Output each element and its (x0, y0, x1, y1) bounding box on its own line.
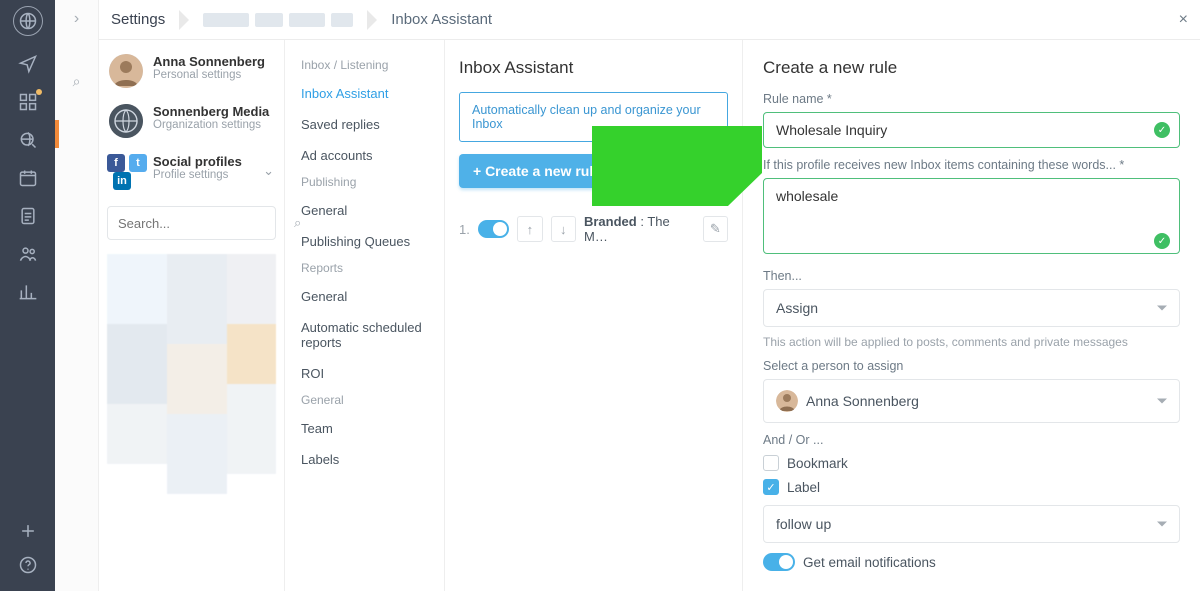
nav-reports-auto[interactable]: Automatic scheduled reports (291, 312, 438, 358)
account-name: Anna Sonnenberg (153, 54, 265, 69)
rule-index: 1. (459, 222, 470, 237)
app-logo[interactable] (13, 6, 43, 36)
rule-row: 1. ↑ ↓ Branded : The M… ✎ (459, 214, 728, 244)
rail-listening[interactable] (0, 130, 55, 150)
rail-add[interactable] (0, 521, 55, 541)
rail-dashboard[interactable] (0, 92, 55, 112)
expand-rail-icon[interactable]: › (74, 10, 79, 28)
nav-group: Publishing (291, 171, 438, 195)
bookmark-label: Bookmark (787, 456, 848, 471)
org-sub: Organization settings (153, 119, 269, 131)
move-down-button[interactable]: ↓ (551, 216, 576, 242)
action-select[interactable]: Assign (763, 289, 1180, 327)
nav-group: Inbox / Listening (291, 54, 438, 78)
person-label: Select a person to assign (763, 359, 1180, 373)
nav-reports-roi[interactable]: ROI (291, 358, 438, 389)
email-notif-row[interactable]: Get email notifications (763, 553, 1180, 571)
label-select[interactable]: follow up (763, 505, 1180, 543)
action-hint: This action will be applied to posts, co… (763, 335, 1180, 349)
inbox-assistant-panel: Inbox Assistant Automatically clean up a… (445, 40, 743, 591)
breadcrumb: Settings Inbox Assistant × (99, 0, 1200, 40)
bookmark-checkbox[interactable] (763, 455, 779, 471)
blurred-settings-list (107, 254, 276, 554)
account-sub: Personal settings (153, 69, 265, 81)
rail-analytics[interactable] (0, 282, 55, 302)
keywords-input[interactable]: wholesale (763, 178, 1180, 254)
crumb-current: Inbox Assistant (391, 11, 492, 28)
email-notif-label: Get email notifications (803, 555, 936, 570)
settings-nav: Inbox / Listening Inbox Assistant Saved … (285, 40, 445, 591)
label-checkbox-row[interactable]: ✓ Label (763, 479, 1180, 495)
crumb-separator (367, 10, 377, 30)
settings-search[interactable]: ⌕ (107, 206, 276, 240)
label-checkbox[interactable]: ✓ (763, 479, 779, 495)
nav-ad-accounts[interactable]: Ad accounts (291, 140, 438, 171)
email-notif-toggle[interactable] (763, 553, 795, 571)
nav-inbox-assistant[interactable]: Inbox Assistant (291, 78, 438, 109)
org-logo-icon (109, 104, 143, 138)
nav-group: Reports (291, 257, 438, 281)
person-select[interactable]: Anna Sonnenberg (763, 379, 1180, 423)
rail-team[interactable] (0, 244, 55, 264)
nav-team[interactable]: Team (291, 413, 438, 444)
info-banner[interactable]: Automatically clean up and organize your… (459, 92, 728, 142)
rail-calendar[interactable] (0, 168, 55, 188)
secondary-rail: › ⌕ (55, 0, 99, 591)
social-sub: Profile settings (153, 169, 242, 181)
bookmark-checkbox-row[interactable]: Bookmark (763, 455, 1180, 471)
nav-publishing-general[interactable]: General (291, 195, 438, 226)
nav-reports-general[interactable]: General (291, 281, 438, 312)
rule-name-input[interactable] (763, 112, 1180, 148)
label-checkbox-label: Label (787, 480, 820, 495)
account-org[interactable]: Sonnenberg Media Organization settings (107, 98, 276, 148)
crumb-separator (179, 10, 189, 30)
form-title: Create a new rule (763, 58, 1180, 78)
rail-help[interactable] (0, 555, 55, 575)
nav-saved-replies[interactable]: Saved replies (291, 109, 438, 140)
social-name: Social profiles (153, 154, 242, 169)
edit-rule-button[interactable]: ✎ (703, 216, 728, 242)
move-up-button[interactable]: ↑ (517, 216, 542, 242)
panel-title: Inbox Assistant (459, 58, 728, 78)
active-orange-indicator (55, 120, 59, 148)
andor-label: And / Or ... (763, 433, 1180, 447)
account-social[interactable]: ftin Social profiles Profile settings ⌄ (107, 148, 276, 198)
valid-check-icon: ✓ (1154, 122, 1170, 138)
search-input[interactable] (118, 216, 294, 231)
create-rule-button[interactable]: + Create a new rule (459, 154, 615, 188)
create-rule-form: Create a new rule Rule name * ✓ If this … (743, 40, 1200, 591)
rail2-search-icon[interactable]: ⌕ (73, 73, 81, 90)
app-rail (0, 0, 55, 591)
chevron-down-icon[interactable]: ⌄ (263, 163, 274, 179)
org-name: Sonnenberg Media (153, 104, 269, 119)
avatar (109, 54, 143, 88)
rail-tasks[interactable] (0, 206, 55, 226)
nav-group: General (291, 389, 438, 413)
nav-labels[interactable]: Labels (291, 444, 438, 475)
then-label: Then... (763, 269, 1180, 283)
nav-publishing-queues[interactable]: Publishing Queues (291, 226, 438, 257)
settings-left-panel: Anna Sonnenberg Personal settings Sonnen… (99, 40, 285, 591)
rail-publish[interactable] (0, 54, 55, 74)
crumb-settings[interactable]: Settings (111, 11, 165, 28)
rule-toggle[interactable] (478, 220, 509, 238)
rule-label[interactable]: Branded : The M… (584, 214, 695, 244)
rule-name-label: Rule name * (763, 92, 1180, 106)
account-personal[interactable]: Anna Sonnenberg Personal settings (107, 48, 276, 98)
close-icon[interactable]: × (1179, 11, 1188, 29)
valid-check-icon: ✓ (1154, 233, 1170, 249)
keywords-label: If this profile receives new Inbox items… (763, 158, 1180, 172)
social-icons-cluster: ftin (109, 154, 143, 188)
avatar (776, 390, 798, 412)
crumb-redacted (203, 13, 353, 27)
